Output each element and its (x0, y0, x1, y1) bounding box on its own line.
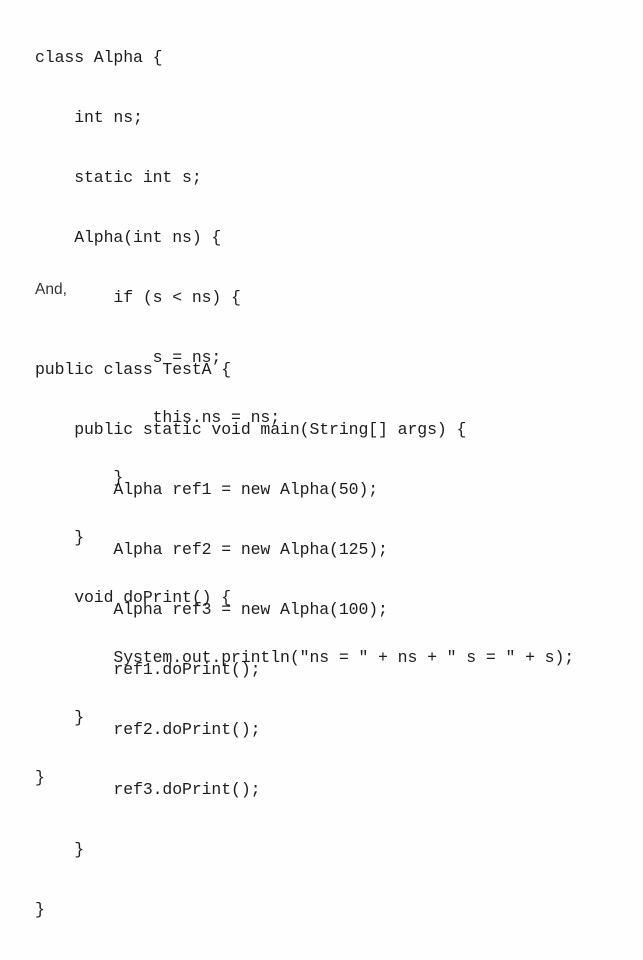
code-listing-page: class Alpha { int ns; static int s; Alph… (0, 0, 643, 919)
code-line: ref3.doPrint(); (35, 780, 261, 799)
code-line: int ns; (35, 108, 143, 127)
code-line: if (s < ns) { (35, 288, 241, 307)
code-line: class Alpha { (35, 48, 163, 67)
code-line: ref1.doPrint(); (35, 660, 261, 679)
code-line: public static void main(String[] args) { (35, 420, 467, 439)
code-line: public class TestA { (35, 360, 232, 379)
code-line: Alpha ref2 = new Alpha(125); (35, 540, 388, 559)
separator-text: And, (35, 281, 67, 298)
code-line: } (35, 840, 85, 859)
code-line: static int s; (35, 168, 202, 187)
code-line: Alpha ref3 = new Alpha(100); (35, 600, 388, 619)
code-line: Alpha(int ns) { (35, 228, 222, 247)
testa-class-code-block: public class TestA { public static void … (35, 320, 466, 960)
code-line: } (35, 900, 45, 919)
code-line: Alpha ref1 = new Alpha(50); (35, 480, 379, 499)
code-line: ref2.doPrint(); (35, 720, 261, 739)
